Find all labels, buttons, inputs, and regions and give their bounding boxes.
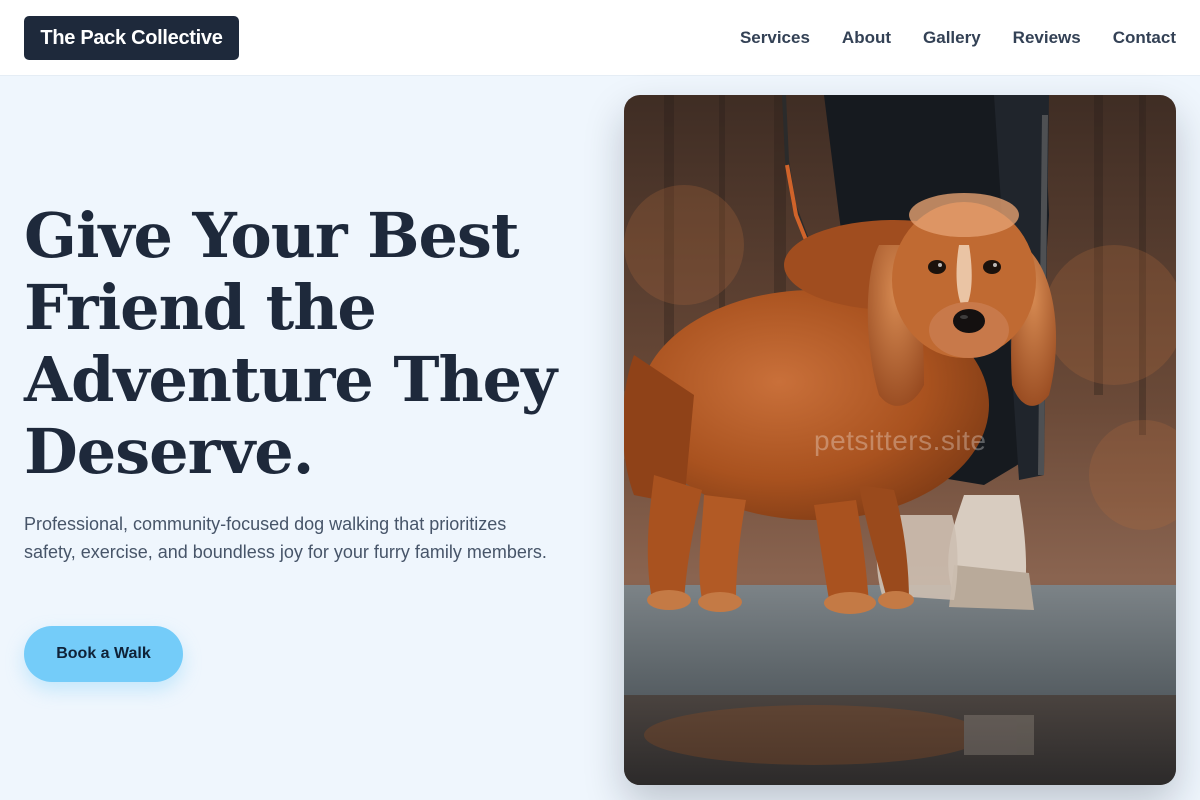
nav-link-about[interactable]: About: [842, 28, 891, 48]
hero-dog-photo: petsitters.site: [624, 95, 1176, 785]
hero-headline-line-2: Friend the: [24, 271, 377, 344]
nav-link-contact[interactable]: Contact: [1113, 28, 1176, 48]
nav-link-services[interactable]: Services: [740, 28, 810, 48]
hero-headline-line-3: Adventure They: [24, 343, 557, 416]
hero-headline-line-4: Deserve.: [24, 415, 314, 488]
top-navigation-bar: The Pack Collective Services About Galle…: [0, 0, 1200, 76]
hero-headline: Give Your Best Friend the Adventure They…: [24, 200, 604, 488]
site-logo[interactable]: The Pack Collective: [24, 16, 239, 60]
photo-watermark: petsitters.site: [814, 425, 987, 456]
main-nav: Services About Gallery Reviews Contact: [740, 0, 1176, 76]
hero-headline-line-1: Give Your Best: [24, 199, 520, 272]
hero-subtext: Professional, community-focused dog walk…: [24, 514, 547, 562]
book-a-walk-button[interactable]: Book a Walk: [24, 626, 183, 682]
nav-link-gallery[interactable]: Gallery: [923, 28, 981, 48]
nav-link-reviews[interactable]: Reviews: [1013, 28, 1081, 48]
